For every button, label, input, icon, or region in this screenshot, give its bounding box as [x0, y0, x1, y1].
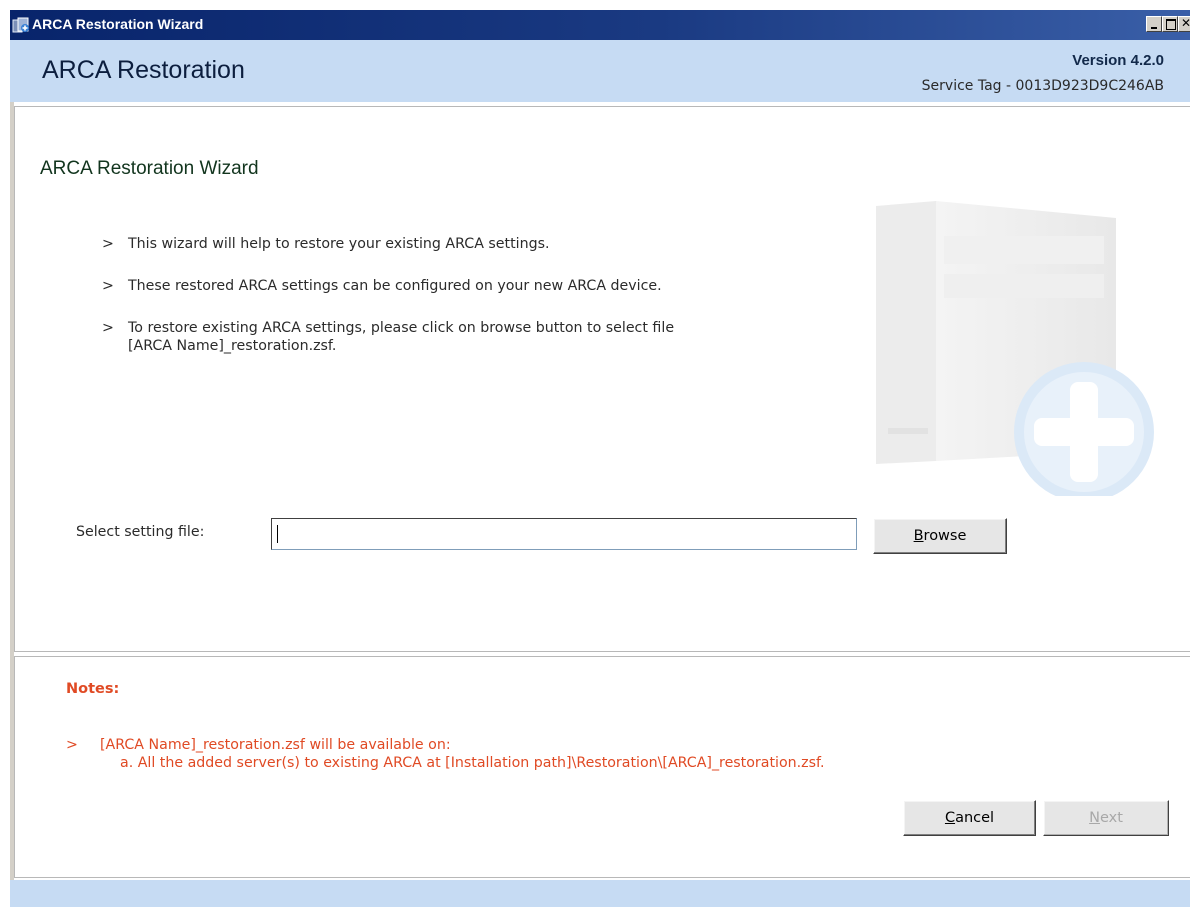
- bullet-marker: >: [102, 278, 114, 294]
- app-icon: [12, 17, 29, 33]
- window-title: ARCA Restoration Wizard: [32, 16, 204, 32]
- bullet-marker: >: [102, 320, 114, 336]
- cancel-mnemonic: C: [944, 810, 956, 826]
- bullet-text: These restored ARCA settings can be conf…: [128, 278, 662, 294]
- bullet-text: This wizard will help to restore your ex…: [128, 236, 550, 252]
- notes-title: Notes:: [66, 681, 120, 697]
- browse-label: rowse: [923, 528, 967, 544]
- header-title: ARCA Restoration: [42, 56, 245, 84]
- title-bar[interactable]: ARCA Restoration Wizard: [10, 10, 1190, 40]
- footer-bar: [10, 880, 1190, 907]
- close-button[interactable]: [1178, 16, 1190, 32]
- browse-mnemonic: B: [913, 528, 924, 544]
- service-tag-label: Service Tag - 0013D923D9C246AB: [921, 78, 1164, 94]
- maximize-button[interactable]: [1162, 16, 1178, 32]
- select-file-label: Select setting file:: [76, 524, 205, 540]
- next-label: ext: [1099, 810, 1123, 826]
- bullet-text-continued: [ARCA Name]_restoration.zsf.: [128, 338, 337, 354]
- header-banner: ARCA Restoration Version 4.2.0 Service T…: [10, 40, 1190, 102]
- server-restore-watermark-icon: [876, 201, 1154, 496]
- wizard-window: ARCA Restoration Wizard ARCA Restoration…: [0, 0, 1190, 907]
- browse-button[interactable]: Browse: [873, 518, 1007, 554]
- text-caret: [277, 525, 278, 543]
- next-mnemonic: N: [1089, 810, 1100, 826]
- note-text: [ARCA Name]_restoration.zsf will be avai…: [100, 737, 451, 753]
- bullet-marker: >: [102, 236, 114, 252]
- note-subitem: a. All the added server(s) to existing A…: [120, 755, 825, 771]
- instruction-bullet: > These restored ARCA settings can be con…: [102, 277, 662, 295]
- note-marker: >: [66, 737, 78, 753]
- instruction-bullet: > To restore existing ARCA settings, plea…: [102, 319, 674, 355]
- next-button[interactable]: Next: [1043, 800, 1169, 836]
- setting-file-input[interactable]: [271, 518, 857, 550]
- cancel-button[interactable]: Cancel: [903, 800, 1036, 836]
- cancel-label: ancel: [955, 810, 995, 826]
- instruction-bullet: > This wizard will help to restore your e…: [102, 235, 550, 253]
- minimize-button[interactable]: [1146, 16, 1162, 32]
- version-label: Version 4.2.0: [1072, 52, 1164, 69]
- bullet-text: To restore existing ARCA settings, pleas…: [128, 320, 675, 336]
- wizard-heading: ARCA Restoration Wizard: [40, 158, 259, 179]
